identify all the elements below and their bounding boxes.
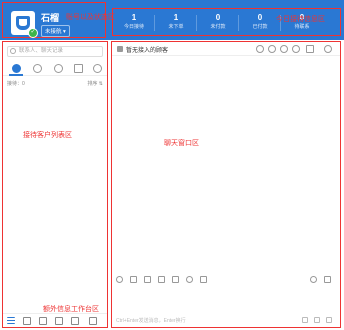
action-icon-1[interactable] (302, 317, 308, 323)
tab-org-icon[interactable] (93, 64, 102, 73)
reception-count: 接待：0 (7, 81, 25, 87)
account-zone-label: 账号以及状态区 (66, 14, 115, 21)
sort-button[interactable]: 排序 ⇅ (87, 80, 103, 87)
customer-list-panel: 联系人、聊天记录 接待：0 排序 ⇅ 接待客户列表区 额外信息工作台区 (2, 41, 108, 328)
workbench-icon-5[interactable] (89, 317, 97, 325)
history-icon[interactable] (256, 45, 264, 53)
stat-label: 待联系 (294, 24, 310, 30)
stat-today-received[interactable]: 1 今日接待 (117, 13, 151, 35)
history-toggle-icon[interactable] (310, 276, 317, 283)
image-icon[interactable] (144, 276, 151, 283)
divider (238, 15, 239, 31)
search-placeholder: 联系人、聊天记录 (19, 48, 64, 54)
text-format-icon[interactable] (130, 276, 137, 283)
stats-zone-label: 今日接待信息区 (276, 16, 325, 23)
stat-label: 已付款 (252, 24, 268, 30)
chat-header: 暂无接入的顾客 (112, 42, 340, 56)
quick-reply-icon[interactable] (186, 276, 193, 283)
product-icon[interactable] (200, 276, 207, 283)
action-icon-2[interactable] (314, 317, 320, 323)
stat-num: 1 (173, 13, 179, 22)
video-icon[interactable] (306, 45, 314, 53)
active-tab-indicator (9, 74, 23, 76)
tab-current-icon[interactable] (12, 64, 21, 73)
divider (154, 15, 155, 31)
customer-list-label: 接待客户列表区 (23, 132, 72, 139)
stat-not-ordered[interactable]: 1 未下单 (159, 13, 193, 35)
tab-star-icon[interactable] (54, 64, 63, 73)
file-icon[interactable] (158, 276, 165, 283)
search-icon (10, 48, 16, 54)
emoji-icon[interactable] (116, 276, 123, 283)
send-hint: Ctrl+Enter发送消息，Enter换行 (116, 318, 186, 324)
stat-num: 0 (215, 13, 221, 22)
search-chat-icon[interactable] (268, 45, 276, 53)
list-tabs (3, 62, 107, 76)
list-sort-row: 接待：0 排序 ⇅ (7, 80, 103, 88)
stat-unpaid[interactable]: 0 未付款 (201, 13, 235, 35)
send-icon[interactable] (326, 317, 332, 323)
chat-zone-label: 聊天窗口区 (164, 140, 199, 147)
account-name: 石榴 (41, 13, 60, 23)
contact-avatar (117, 46, 123, 52)
account-status-dropdown[interactable]: 未接航 ▾ (41, 25, 70, 37)
stat-num: 1 (131, 13, 137, 22)
top-header: ✓ 石榴 未接航 ▾ 账号以及状态区 1 今日接待 1 未下单 0 未付款 0 … (0, 0, 344, 40)
extra-info-workbench (3, 313, 107, 327)
tab-recent-icon[interactable] (33, 64, 42, 73)
logo-mark (16, 16, 30, 30)
stat-label: 未付款 (210, 24, 226, 30)
more-icon[interactable] (324, 45, 332, 53)
stat-label: 今日接待 (123, 24, 144, 30)
stat-paid[interactable]: 0 已付款 (243, 13, 277, 35)
expand-icon[interactable] (324, 276, 331, 283)
workbench-icon-4[interactable] (71, 317, 79, 325)
workbench-icon-3[interactable] (55, 317, 63, 325)
app-logo[interactable]: ✓ (11, 11, 38, 38)
chat-window: 暂无接入的顾客 聊天窗口区 Ctrl+Enter发送消息，Enter换行 (111, 41, 341, 328)
screenshot-icon[interactable] (172, 276, 179, 283)
online-check-icon: ✓ (28, 28, 38, 38)
stat-label: 未下单 (168, 24, 184, 30)
note-icon[interactable] (292, 45, 300, 53)
transfer-icon[interactable] (280, 45, 288, 53)
divider (196, 15, 197, 31)
contact-name: 暂无接入的顾客 (126, 48, 169, 54)
workbench-icon-1[interactable] (23, 317, 31, 325)
input-toolbar (112, 274, 340, 286)
workbench-icon-2[interactable] (39, 317, 47, 325)
menu-icon[interactable] (7, 317, 15, 324)
tab-group-icon[interactable] (74, 64, 83, 73)
input-actions (296, 317, 336, 324)
stat-num: 0 (257, 13, 263, 22)
search-input[interactable]: 联系人、聊天记录 (7, 46, 103, 57)
